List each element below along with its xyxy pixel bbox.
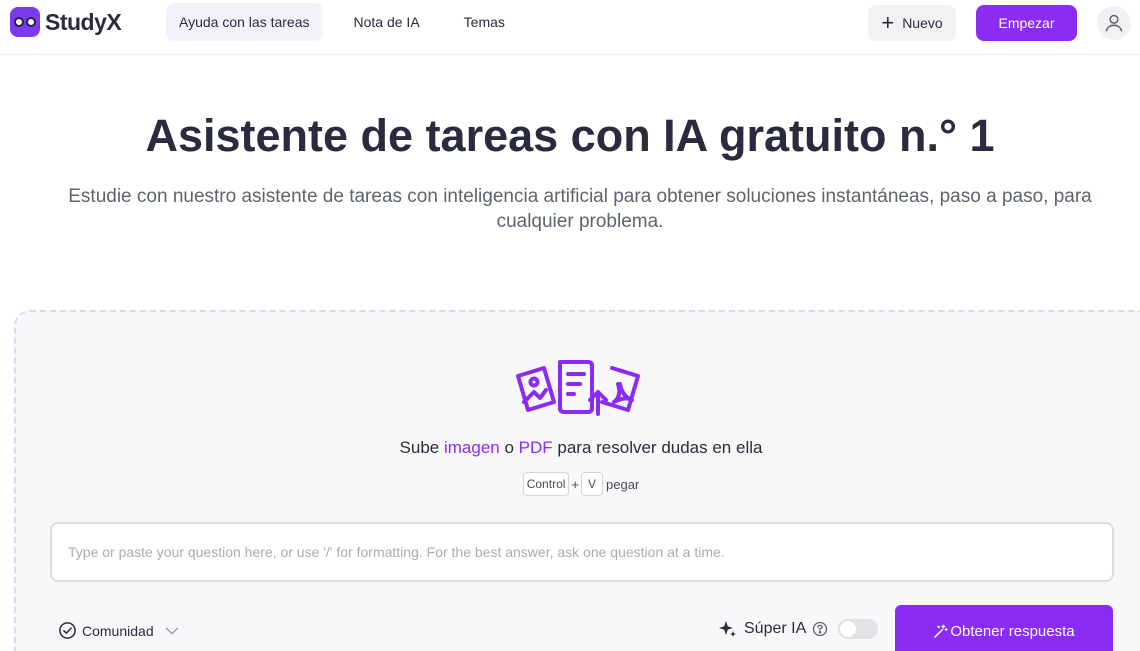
top-header: StudyX Ayuda con las tareas Nota de IA T… [0, 0, 1140, 55]
user-icon [1105, 14, 1123, 32]
paste-shortcut-hint: Control + V pegar [16, 472, 1140, 496]
question-box [50, 522, 1114, 582]
community-label: Comunidad [82, 622, 154, 639]
brand-name: StudyX [45, 8, 122, 35]
upload-files-icon [516, 360, 640, 416]
magic-wand-icon [934, 624, 948, 638]
new-button[interactable]: + Nuevo [868, 5, 956, 41]
super-ai-toggle[interactable] [838, 619, 879, 639]
plus-icon: + [881, 10, 895, 35]
nav-item-topics[interactable]: Temas [451, 3, 518, 41]
super-ai-control: Súper IA [718, 619, 879, 639]
sparkle-icon [719, 621, 736, 637]
upload-image-link[interactable]: imagen [444, 438, 500, 457]
key-v: V [581, 472, 604, 496]
studyx-logo[interactable]: StudyX [10, 7, 122, 37]
main-nav: Ayuda con las tareas Nota de IA Temas [166, 3, 536, 41]
question-input[interactable] [52, 524, 1112, 580]
page-subtitle: Estudie con nuestro asistente de tareas … [68, 186, 1092, 232]
community-selector[interactable]: Comunidad [58, 621, 181, 640]
new-button-label: Nuevo [902, 15, 943, 31]
chevron-down-icon [165, 626, 178, 635]
get-answer-label: Obtener respuesta [950, 622, 1075, 640]
check-circle-icon [59, 622, 76, 639]
upload-instructions: Sube imagen o PDF para resolver dudas en… [399, 438, 763, 457]
owl-logo-icon [10, 7, 40, 37]
user-avatar[interactable] [1097, 6, 1131, 40]
get-answer-button[interactable]: Obtener respuesta [895, 605, 1113, 651]
key-control: Control [522, 472, 570, 496]
key-plus: + [571, 476, 579, 492]
start-button[interactable]: Empezar [976, 5, 1077, 41]
upload-dropzone[interactable]: Sube imagen o PDF para resolver dudas en… [14, 310, 1140, 651]
paste-label: pegar [606, 476, 640, 492]
nav-item-homework-help[interactable]: Ayuda con las tareas [166, 3, 323, 41]
upload-pdf-link[interactable]: PDF [519, 438, 553, 457]
page-title: Asistente de tareas con IA gratuito n.° … [145, 110, 995, 161]
super-ai-label: Súper IA [744, 620, 807, 637]
nav-item-ai-note[interactable]: Nota de IA [341, 3, 433, 41]
help-circle-icon[interactable] [812, 621, 828, 637]
